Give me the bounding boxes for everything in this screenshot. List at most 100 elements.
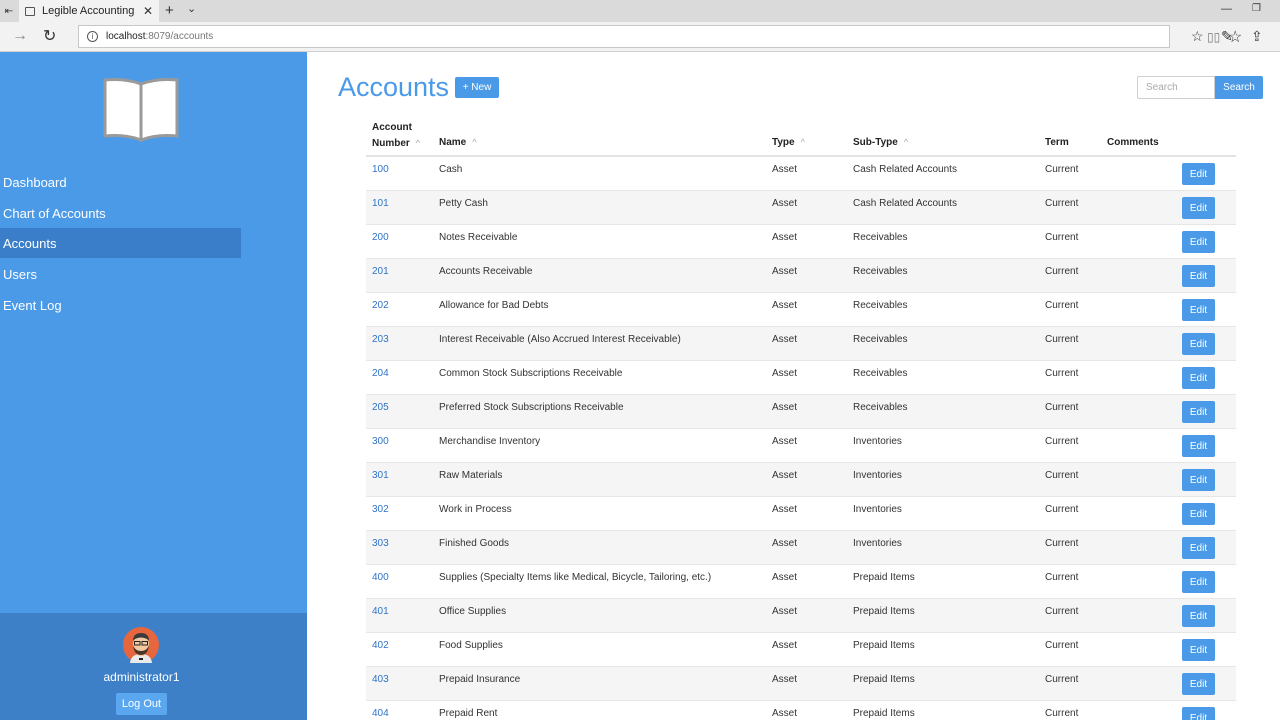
restore-icon[interactable]: ❐ (1252, 3, 1261, 14)
account-subtype: Inventories (853, 436, 902, 447)
forward-icon[interactable]: → (12, 27, 28, 45)
share-icon[interactable]: ⇪ (1251, 28, 1263, 45)
account-term: Current (1045, 572, 1079, 583)
account-name: Petty Cash (439, 198, 488, 209)
sidebar-item-users[interactable]: Users (0, 259, 241, 289)
close-icon[interactable]: ✕ (143, 4, 153, 18)
edit-button[interactable]: Edit (1182, 469, 1215, 491)
search-button[interactable]: Search (1215, 76, 1263, 99)
column-header-label: Number (372, 138, 410, 149)
account-number-link[interactable]: 202 (372, 300, 389, 311)
edit-button[interactable]: Edit (1182, 435, 1215, 457)
account-type: Asset (772, 198, 798, 209)
url-path: :8079/accounts (145, 31, 214, 42)
favorites-list-icon[interactable]: ☆ (1191, 28, 1204, 45)
edit-button[interactable]: Edit (1182, 537, 1215, 559)
account-subtype: Receivables (853, 334, 908, 345)
sidebar-item-dashboard[interactable]: Dashboard (0, 167, 241, 197)
account-number-link[interactable]: 402 (372, 640, 389, 651)
minimize-icon[interactable]: — (1221, 3, 1232, 15)
edit-button[interactable]: Edit (1182, 367, 1215, 389)
account-type: Asset (772, 266, 798, 277)
account-term: Current (1045, 266, 1079, 277)
edit-button[interactable]: Edit (1182, 197, 1215, 219)
account-number-link[interactable]: 302 (372, 504, 389, 515)
sort-up-icon[interactable]: ^ (801, 137, 805, 147)
account-number-link[interactable]: 204 (372, 368, 389, 379)
edit-button[interactable]: Edit (1182, 605, 1215, 627)
edit-button[interactable]: Edit (1182, 333, 1215, 355)
search-input[interactable] (1137, 76, 1215, 99)
edit-button[interactable]: Edit (1182, 673, 1215, 695)
address-bar-area: → ↻ i localhost:8079/accounts ▯▯ ☆ ☆ ✎ ⇪ (0, 22, 1280, 52)
table-row: 101 Petty Cash Asset Cash Related Accounts C… (366, 191, 1236, 225)
new-tab-icon[interactable]: + (165, 2, 174, 19)
column-header-label: Name (439, 137, 467, 148)
edit-button[interactable]: Edit (1182, 503, 1215, 525)
account-number-link[interactable]: 301 (372, 470, 389, 481)
sort-up-icon[interactable]: ^ (904, 137, 908, 147)
account-name: Merchandise Inventory (439, 436, 541, 447)
column-header-subtype[interactable]: Sub-Type ^ (853, 137, 908, 148)
page-title: Accounts (338, 72, 450, 102)
sort-up-icon[interactable]: ^ (416, 138, 420, 148)
account-number-link[interactable]: 201 (372, 266, 389, 277)
edit-button[interactable]: Edit (1182, 401, 1215, 423)
account-subtype: Prepaid Items (853, 572, 915, 583)
sidebar-item-label: Accounts (3, 235, 57, 251)
edit-button[interactable]: Edit (1182, 231, 1215, 253)
table-row: 301 Raw Materials Asset Inventories Current E… (366, 463, 1236, 497)
user-panel: administrator1 Log Out (0, 613, 307, 720)
account-name: Prepaid Rent (439, 708, 498, 719)
main-content: Accounts + New Search Account Number ^ Na… (307, 52, 1280, 720)
column-header-name[interactable]: Name ^ (439, 137, 476, 148)
table-row: 402 Food Supplies Asset Prepaid Items Curren… (366, 633, 1236, 667)
edit-button[interactable]: Edit (1182, 265, 1215, 287)
account-number-link[interactable]: 100 (372, 164, 389, 175)
account-number-link[interactable]: 203 (372, 334, 389, 345)
edit-button[interactable]: Edit (1182, 163, 1215, 185)
column-header-comments: Comments (1107, 137, 1159, 148)
account-number-link[interactable]: 200 (372, 232, 389, 243)
account-subtype: Inventories (853, 470, 902, 481)
tab-actions-icon[interactable]: ⇤ (0, 0, 18, 22)
sort-up-icon[interactable]: ^ (472, 137, 476, 147)
sidebar-item-accounts[interactable]: Accounts (0, 228, 241, 258)
account-term: Current (1045, 436, 1079, 447)
account-number-link[interactable]: 303 (372, 538, 389, 549)
logout-button[interactable]: Log Out (116, 693, 167, 715)
reading-view-icon[interactable]: ▯▯ (1207, 30, 1220, 44)
sidebar-item-event-log[interactable]: Event Log (0, 290, 241, 320)
info-icon[interactable]: i (87, 31, 98, 42)
account-number-link[interactable]: 404 (372, 708, 389, 719)
url-field[interactable]: i localhost:8079/accounts ▯▯ ☆ (78, 25, 1242, 48)
edit-button[interactable]: Edit (1182, 299, 1215, 321)
account-number-link[interactable]: 401 (372, 606, 389, 617)
column-header-type[interactable]: Type ^ (772, 137, 805, 148)
account-term: Current (1045, 708, 1079, 719)
account-number-link[interactable]: 101 (372, 198, 389, 209)
edit-button[interactable]: Edit (1182, 639, 1215, 661)
column-header-account-number[interactable]: Account Number ^ (372, 122, 420, 149)
sidebar-item-label: Users (3, 266, 37, 282)
sidebar-item-chart-of-accounts[interactable]: Chart of Accounts (0, 198, 241, 228)
edit-button[interactable]: Edit (1182, 571, 1215, 593)
account-name: Accounts Receivable (439, 266, 533, 277)
account-number-link[interactable]: 403 (372, 674, 389, 685)
table-row: 203 Interest Receivable (Also Accrued Int… (366, 327, 1236, 361)
account-term: Current (1045, 606, 1079, 617)
account-number-link[interactable]: 205 (372, 402, 389, 413)
account-subtype: Cash Related Accounts (853, 198, 957, 209)
chevron-down-icon[interactable]: ⌄ (187, 2, 196, 15)
account-subtype: Receivables (853, 300, 908, 311)
browser-tab[interactable]: Legible Accounting ✕ (19, 0, 159, 22)
notes-pen-icon[interactable]: ✎ (1221, 28, 1233, 45)
account-number-link[interactable]: 300 (372, 436, 389, 447)
refresh-icon[interactable]: ↻ (43, 26, 56, 46)
column-header-label: Type (772, 137, 795, 148)
account-number-link[interactable]: 400 (372, 572, 389, 583)
edit-button[interactable]: Edit (1182, 707, 1215, 720)
tab-title: Legible Accounting (42, 5, 135, 17)
new-account-button[interactable]: + New (455, 77, 499, 98)
page-icon (25, 6, 35, 16)
